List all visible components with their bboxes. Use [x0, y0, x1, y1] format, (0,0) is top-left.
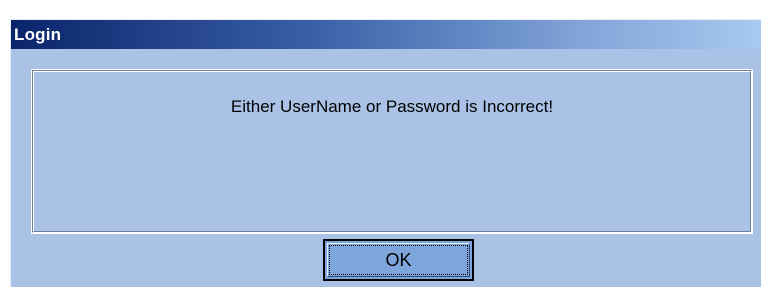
- title-bar[interactable]: Login: [11, 20, 761, 49]
- message-panel: Either UserName or Password is Incorrect…: [31, 69, 753, 234]
- ok-button[interactable]: OK: [323, 239, 474, 281]
- ok-button-focus-rect: OK: [329, 245, 468, 275]
- error-message: Either UserName or Password is Incorrect…: [230, 97, 554, 116]
- message-panel-inner: Either UserName or Password is Incorrect…: [33, 71, 751, 232]
- login-error-dialog: Login Either UserName or Password is Inc…: [10, 19, 761, 287]
- ok-button-label: OK: [385, 249, 412, 270]
- window-title: Login: [14, 24, 62, 44]
